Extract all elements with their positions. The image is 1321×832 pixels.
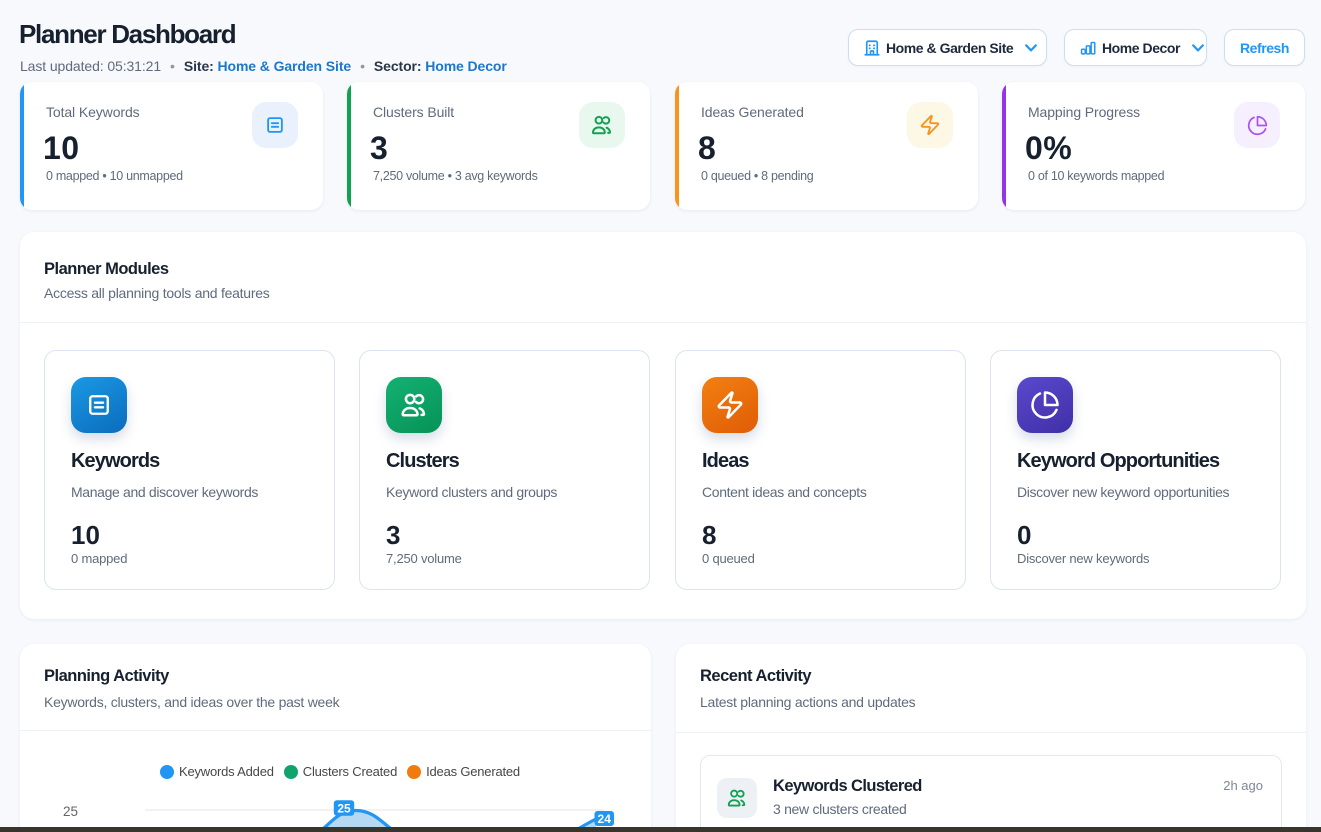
svg-text:25: 25 <box>337 801 351 815</box>
svg-text:25: 25 <box>63 804 78 819</box>
svg-text:24: 24 <box>598 812 612 826</box>
